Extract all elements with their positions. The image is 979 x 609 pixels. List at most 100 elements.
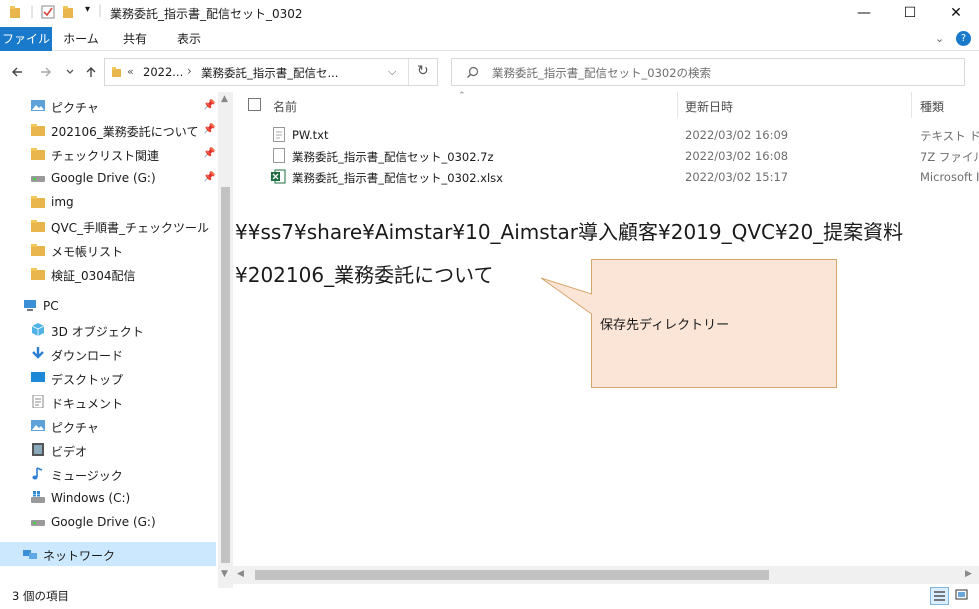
sidebar-item-label: チェックリスト関連 bbox=[51, 149, 160, 163]
scroll-thumb[interactable] bbox=[221, 187, 230, 563]
sidebar-item-label: ネットワーク bbox=[43, 549, 116, 563]
help-button[interactable]: ? bbox=[956, 31, 971, 46]
refresh-icon[interactable]: ↻ bbox=[417, 63, 429, 79]
column-header-type[interactable]: 種類 bbox=[920, 98, 944, 115]
sidebar-item-checklist[interactable]: チェックリスト関連 📌 bbox=[0, 143, 216, 166]
sidebar-item-google-drive[interactable]: Google Drive (G:) 📌 bbox=[0, 167, 216, 190]
search-icon bbox=[467, 66, 479, 78]
column-divider[interactable] bbox=[911, 92, 912, 118]
sidebar-item-label: 3D オブジェクト bbox=[51, 325, 144, 339]
address-bar[interactable]: « 2022... › 業務委託_指示書_配信セ... ⌵ ↻ bbox=[104, 58, 438, 86]
sidebar-item-pictures-pc[interactable]: ピクチャ bbox=[0, 415, 216, 438]
scroll-right-icon[interactable]: ▶ bbox=[965, 569, 972, 579]
select-all-checkbox[interactable] bbox=[248, 98, 261, 111]
file-row[interactable]: PW.txt 2022/03/02 16:09 テキスト ドキ bbox=[233, 125, 979, 146]
address-dropdown-icon[interactable]: ⌵ bbox=[388, 65, 396, 79]
recent-locations-button[interactable] bbox=[60, 62, 80, 82]
sidebar-item-verify[interactable]: 検証_0304配信 bbox=[0, 263, 216, 286]
sidebar-item-label: デスクトップ bbox=[51, 373, 124, 387]
folder-icon bbox=[31, 268, 45, 280]
sidebar-item-pictures[interactable]: ピクチャ 📌 bbox=[0, 95, 216, 118]
back-button[interactable] bbox=[7, 62, 27, 82]
sidebar-item-img[interactable]: img bbox=[0, 191, 216, 214]
folder-icon bbox=[31, 220, 45, 232]
sidebar-item-network[interactable]: ネットワーク bbox=[0, 542, 216, 566]
sidebar-item-qvc[interactable]: QVC_手順書_チェックツール bbox=[0, 215, 216, 238]
scroll-down-icon[interactable]: ▼ bbox=[221, 569, 228, 579]
file-row[interactable]: 業務委託_指示書_配信セット_0302.xlsx 2022/03/02 15:1… bbox=[233, 167, 979, 188]
folder-icon bbox=[10, 6, 20, 18]
sidebar-item-memo[interactable]: メモ帳リスト bbox=[0, 239, 216, 262]
separator: | bbox=[98, 3, 103, 17]
network-icon bbox=[23, 550, 37, 559]
status-item-count: 3 個の項目 bbox=[12, 589, 69, 603]
sidebar-item-label: ピクチャ bbox=[51, 421, 99, 435]
sidebar-item-pc[interactable]: PC bbox=[0, 295, 216, 318]
properties-icon[interactable] bbox=[41, 5, 55, 19]
pin-icon: 📌 bbox=[203, 100, 216, 111]
sidebar-item-label: QVC_手順書_チェックツール bbox=[51, 221, 210, 235]
sidebar-item-downloads[interactable]: ダウンロード bbox=[0, 343, 216, 366]
breadcrumb-2022[interactable]: 2022... bbox=[143, 65, 183, 79]
file-type: テキスト ドキ bbox=[920, 129, 979, 143]
sidebar-item-3d-objects[interactable]: 3D オブジェクト bbox=[0, 319, 216, 342]
sidebar-item-videos[interactable]: ビデオ bbox=[0, 439, 216, 462]
large-icons-view-icon bbox=[955, 589, 968, 600]
file-name: 業務委託_指示書_配信セット_0302.7z bbox=[292, 150, 494, 164]
sidebar-item-label: img bbox=[51, 195, 74, 209]
ribbon-expand-icon[interactable]: ⌄ bbox=[935, 32, 944, 45]
tab-share[interactable]: 共有 bbox=[112, 27, 158, 51]
sidebar-item-desktop[interactable]: デスクトップ bbox=[0, 367, 216, 390]
tab-home[interactable]: ホーム bbox=[58, 27, 104, 51]
folder-icon bbox=[31, 148, 45, 160]
up-button[interactable] bbox=[81, 62, 101, 82]
file-type: Microsoft I bbox=[920, 170, 979, 184]
maximize-button[interactable]: ☐ bbox=[887, 0, 933, 26]
column-divider[interactable] bbox=[677, 92, 678, 118]
forward-button[interactable] bbox=[36, 62, 56, 82]
tab-file[interactable]: ファイル bbox=[0, 27, 52, 51]
sidebar-scrollbar[interactable]: ▲ ▼ bbox=[218, 92, 233, 588]
pictures-icon bbox=[31, 420, 45, 431]
large-icons-view-button[interactable] bbox=[953, 587, 972, 605]
windows-drive-icon bbox=[31, 491, 45, 503]
breadcrumb-current[interactable]: 業務委託_指示書_配信セ... bbox=[201, 65, 338, 81]
sidebar-item-label: PC bbox=[43, 299, 59, 313]
sidebar-item-windows-c[interactable]: Windows (C:) bbox=[0, 487, 216, 510]
folder-icon bbox=[112, 67, 121, 77]
sidebar-item-label: ミュージック bbox=[51, 469, 123, 483]
customize-qat-icon[interactable]: ▾ bbox=[85, 4, 90, 15]
new-folder-icon[interactable] bbox=[62, 5, 76, 19]
drive-icon bbox=[31, 176, 45, 182]
column-header-name[interactable]: 名前 bbox=[273, 98, 297, 115]
file-name: 業務委託_指示書_配信セット_0302.xlsx bbox=[292, 171, 503, 185]
file-modified: 2022/03/02 16:08 bbox=[685, 149, 789, 163]
scroll-up-icon[interactable]: ▲ bbox=[221, 94, 228, 104]
tab-view[interactable]: 表示 bbox=[166, 27, 212, 51]
file-name: PW.txt bbox=[292, 128, 329, 142]
sidebar-item-music[interactable]: ミュージック bbox=[0, 463, 216, 486]
documents-icon bbox=[32, 395, 44, 408]
overflow-crumb[interactable]: « bbox=[127, 65, 134, 78]
file-row[interactable]: 業務委託_指示書_配信セット_0302.7z 2022/03/02 16:08 … bbox=[233, 146, 979, 167]
sidebar-item-documents[interactable]: ドキュメント bbox=[0, 391, 216, 414]
text-file-icon bbox=[273, 127, 285, 142]
minimize-button[interactable]: — bbox=[841, 0, 887, 26]
explorer-window: | ▾ | 業務委託_指示書_配信セット_0302 — ☐ ✕ ファイル ホーム… bbox=[0, 0, 979, 609]
details-view-button[interactable] bbox=[930, 587, 949, 605]
search-box[interactable]: 業務委託_指示書_配信セット_0302の検索 bbox=[451, 58, 965, 86]
column-header-modified[interactable]: 更新日時 bbox=[685, 98, 733, 115]
sidebar-item-202106[interactable]: 202106_業務委託について 📌 bbox=[0, 119, 216, 142]
file-modified: 2022/03/02 15:17 bbox=[685, 170, 789, 184]
pc-icon bbox=[24, 300, 36, 311]
archive-file-icon bbox=[273, 148, 285, 163]
details-view-icon bbox=[934, 591, 945, 601]
close-button[interactable]: ✕ bbox=[933, 0, 979, 26]
breadcrumb-separator[interactable]: › bbox=[187, 64, 192, 78]
sidebar-item-google-drive-pc[interactable]: Google Drive (G:) bbox=[0, 511, 216, 534]
window-title: 業務委託_指示書_配信セット_0302 bbox=[110, 7, 303, 21]
scroll-thumb[interactable] bbox=[255, 570, 769, 580]
horizontal-scrollbar[interactable]: ◀ ▶ bbox=[233, 566, 979, 584]
forward-arrow-icon bbox=[41, 67, 51, 77]
scroll-left-icon[interactable]: ◀ bbox=[237, 569, 244, 579]
